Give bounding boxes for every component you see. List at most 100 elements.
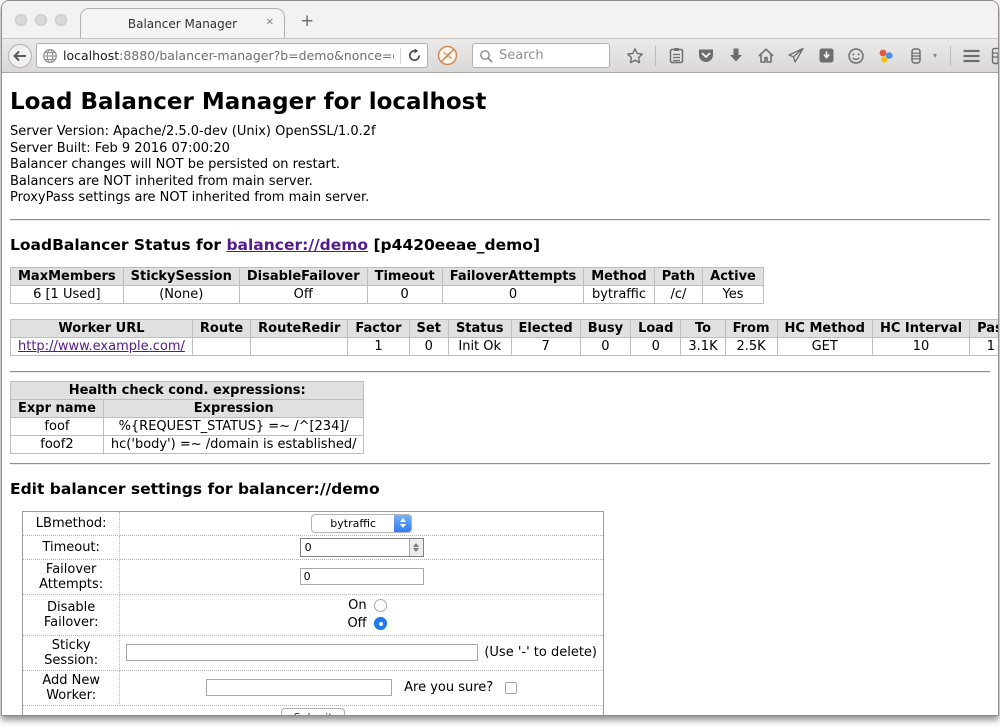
val-path: /c/ <box>654 285 702 303</box>
tab-balancer-manager[interactable]: Balancer Manager ✕ <box>80 8 285 38</box>
val-stickysession: (None) <box>123 285 239 303</box>
failover-attempts-input[interactable] <box>300 568 424 585</box>
val-hc-interval: 10 <box>872 337 969 355</box>
bookmark-star-icon[interactable] <box>622 43 648 69</box>
window-controls <box>15 14 67 26</box>
url-bar[interactable]: localhost:8880/balancer-manager?b=demo&n… <box>36 43 428 68</box>
val-disablefailover: Off <box>239 285 367 303</box>
expr-name-foof: foof <box>11 417 104 435</box>
page-content: Load Balancer Manager for localhost Serv… <box>2 74 998 715</box>
worker-url-link[interactable]: http://www.example.com/ <box>18 339 185 354</box>
submit-button[interactable]: Submit <box>281 708 344 715</box>
col-status: Status <box>448 319 511 337</box>
col-from: From <box>725 319 777 337</box>
tile-grid-icon[interactable] <box>988 43 999 69</box>
val-elected: 7 <box>511 337 580 355</box>
menu-hamburger-icon[interactable] <box>958 43 984 69</box>
col-hc-method: HC Method <box>777 319 872 337</box>
col-worker-url: Worker URL <box>11 319 193 337</box>
col-set: Set <box>409 319 448 337</box>
disable-failover-row: Disable Failover: On Off <box>23 594 604 635</box>
are-you-sure-label: Are you sure? <box>404 680 493 695</box>
val-method: bytraffic <box>584 285 654 303</box>
col-disablefailover: DisableFailover <box>239 267 367 285</box>
col-path: Path <box>654 267 702 285</box>
timeout-input[interactable]: 0 <box>300 538 424 557</box>
reading-list-icon[interactable] <box>663 43 689 69</box>
balancer-demo-link[interactable]: balancer://demo <box>226 236 368 254</box>
health-check-row-foof2: foof2 hc('body') =~ /domain is establish… <box>11 435 364 453</box>
back-button[interactable] <box>8 44 32 68</box>
globe-icon <box>42 48 58 64</box>
number-spinner-icon[interactable] <box>409 539 423 556</box>
health-check-row-foof: foof %{REQUEST_STATUS} =~ /^[234]/ <box>11 417 364 435</box>
val-set: 0 <box>409 337 448 355</box>
browser-window: Balancer Manager ✕ + localhost:8880/bala… <box>1 0 999 716</box>
url-path: :8880/balancer-manager?b=demo&nonce=decc… <box>119 48 394 63</box>
inherit-note-line: Balancers are NOT inherited from main se… <box>10 174 990 191</box>
send-page-icon[interactable] <box>783 43 809 69</box>
worker-value-row: http://www.example.com/ 1 0 Init Ok 7 0 … <box>11 337 999 355</box>
disable-failover-on-radio[interactable] <box>374 599 387 612</box>
lbmethod-label: LBmethod: <box>23 511 120 535</box>
col-routeredir: RouteRedir <box>251 319 348 337</box>
health-check-title-row: Health check cond. expressions: <box>11 381 364 399</box>
val-worker-url: http://www.example.com/ <box>11 337 193 355</box>
section-divider-1 <box>10 219 990 221</box>
add-worker-label: Add New Worker: <box>23 670 120 705</box>
overflow-caret-icon[interactable]: ▾ <box>933 51 943 60</box>
color-dots-extension-icon[interactable] <box>873 43 899 69</box>
col-failoverattempts: FailoverAttempts <box>442 267 584 285</box>
failover-attempts-label: Failover Attempts: <box>23 559 120 594</box>
test-pilot-icon[interactable] <box>903 43 929 69</box>
lbmethod-select[interactable]: bytraffic <box>311 514 412 533</box>
minimize-window-button[interactable] <box>35 14 47 26</box>
reload-icon[interactable] <box>407 48 422 63</box>
search-bar[interactable]: Search <box>472 43 610 68</box>
tab-bar: Balancer Manager ✕ + <box>2 1 998 38</box>
new-tab-button[interactable]: + <box>300 11 314 31</box>
disable-failover-off-radio[interactable] <box>374 617 387 630</box>
content-blocked-icon[interactable] <box>434 43 460 69</box>
search-icon <box>479 49 493 63</box>
home-icon[interactable] <box>753 43 779 69</box>
col-factor: Factor <box>348 319 409 337</box>
val-timeout: 0 <box>367 285 442 303</box>
server-built-line: Server Built: Feb 9 2016 07:00:20 <box>10 141 990 158</box>
val-routeredir <box>251 337 348 355</box>
section-divider-3 <box>10 463 990 465</box>
sticky-session-row: Sticky Session: (Use '-' to delete) <box>23 635 604 670</box>
col-load: Load <box>631 319 681 337</box>
val-passes: 1 (0) <box>970 337 998 355</box>
zoom-window-button[interactable] <box>55 14 67 26</box>
col-hc-interval: HC Interval <box>872 319 969 337</box>
col-expr-name: Expr name <box>11 399 104 417</box>
tab-close-icon[interactable]: ✕ <box>266 17 274 28</box>
are-you-sure-checkbox[interactable] <box>505 682 517 694</box>
page-title: Load Balancer Manager for localhost <box>10 89 990 115</box>
panel-download-icon[interactable] <box>813 43 839 69</box>
url-text: localhost:8880/balancer-manager?b=demo&n… <box>63 48 394 63</box>
pocket-icon[interactable] <box>693 43 719 69</box>
url-domain: localhost <box>63 48 119 63</box>
expr-name-foof2: foof2 <box>11 435 104 453</box>
col-maxmembers: MaxMembers <box>11 267 124 285</box>
health-check-header-row: Expr name Expression <box>11 399 364 417</box>
val-status: Init Ok <box>448 337 511 355</box>
val-to: 3.1K <box>681 337 725 355</box>
select-arrows-icon <box>394 515 411 532</box>
val-maxmembers: 6 [1 Used] <box>11 285 124 303</box>
toolbar-separator-2 <box>950 46 951 66</box>
forget-smiley-icon[interactable] <box>843 43 869 69</box>
lbmethod-row: LBmethod: bytraffic <box>23 511 604 535</box>
server-info: Server Version: Apache/2.5.0-dev (Unix) … <box>10 124 990 207</box>
close-window-button[interactable] <box>15 14 27 26</box>
col-elected: Elected <box>511 319 580 337</box>
sticky-session-input[interactable] <box>126 644 478 661</box>
add-worker-input[interactable] <box>206 679 392 696</box>
balancer-status-table: MaxMembers StickySession DisableFailover… <box>10 267 764 304</box>
downloads-icon[interactable] <box>723 43 749 69</box>
edit-balancer-form: LBmethod: bytraffic Timeout: 0 <box>22 511 990 715</box>
status-heading-prefix: LoadBalancer Status for <box>10 236 226 254</box>
server-version-line: Server Version: Apache/2.5.0-dev (Unix) … <box>10 124 990 141</box>
